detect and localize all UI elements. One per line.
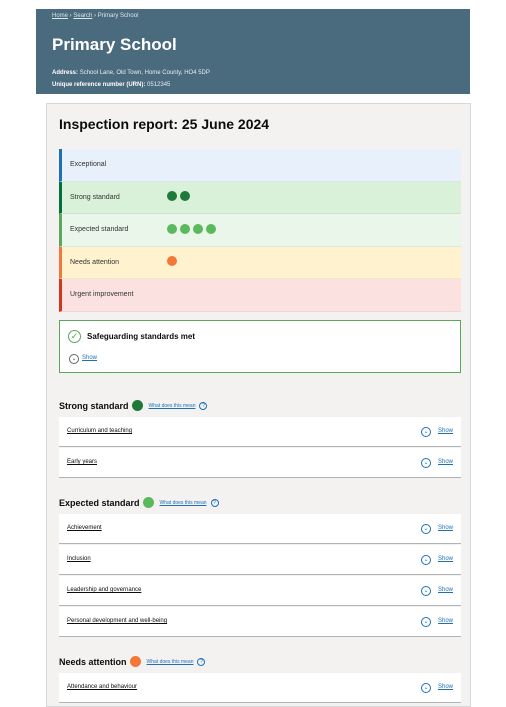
show-link[interactable]: Show [438, 587, 453, 593]
rating-dot [129, 656, 141, 667]
show-link[interactable]: Show [438, 428, 453, 434]
scale-label: Urgent improvement [70, 291, 134, 299]
breadcrumb-search-link[interactable]: Search [73, 13, 92, 19]
scale-label: Expected standard [70, 226, 129, 234]
scale-row: Exceptional [59, 149, 461, 182]
rating-dot [206, 223, 216, 234]
judgement-row[interactable]: Leadership and governance ⌄ Show [59, 576, 461, 606]
what-does-this-mean-link[interactable]: What does this mean [149, 403, 196, 409]
scale-label: Strong standard [70, 193, 120, 201]
rating-dot [142, 497, 154, 508]
rating-dot [180, 191, 190, 202]
inspection-report-card: Inspection report: 25 June 2024 Exceptio… [46, 103, 471, 707]
section-title: Expected standard [59, 497, 140, 508]
section-heading: Expected standard What does this mean? [59, 497, 219, 508]
judgement-row[interactable]: Inclusion ⌄ Show [59, 545, 461, 575]
scale-row: Needs attention [59, 246, 461, 279]
rating-dot [193, 223, 203, 234]
show-link[interactable]: Show [438, 618, 453, 624]
judgement-row-label[interactable]: Inclusion [67, 556, 91, 562]
chevron-down-icon[interactable]: ⌄ [421, 555, 431, 565]
judgement-row[interactable]: Curriculum and teaching ⌄ Show [59, 417, 461, 447]
rating-dot [167, 223, 177, 234]
chevron-down-icon[interactable]: ⌄ [421, 524, 431, 534]
school-address: Address: School Lane, Old Town, Home Cou… [52, 70, 210, 76]
rating-dot [167, 256, 177, 267]
judgement-row[interactable]: Attendance and behaviour ⌄ Show [59, 673, 461, 703]
judgement-row-label[interactable]: Achievement [67, 525, 102, 531]
judgement-row[interactable]: Personal development and well-being ⌄ Show [59, 607, 461, 637]
judgement-row-label[interactable]: Curriculum and teaching [67, 428, 132, 434]
judgement-row-label[interactable]: Personal development and well-being [67, 618, 167, 624]
address-value: School Lane, Old Town, Home County, HO4 … [79, 70, 210, 76]
scale-label: Exceptional [70, 161, 107, 169]
rating-dot [167, 191, 177, 202]
rating-dot [131, 400, 143, 411]
section-heading: Needs attention What does this mean? [59, 656, 206, 667]
help-icon[interactable]: ? [199, 401, 208, 410]
urn-label: Unique reference number (URN): [52, 82, 146, 88]
scale-dots [167, 223, 219, 236]
safeguarding-show-link[interactable]: Show [82, 355, 97, 361]
scale-dots [167, 256, 180, 268]
chevron-down-icon[interactable]: ⌄ [421, 683, 431, 693]
scale-row: Strong standard [59, 181, 461, 214]
report-title: Inspection report: 25 June 2024 [59, 116, 270, 132]
chevron-down-icon[interactable]: ⌄ [421, 617, 431, 627]
safeguarding-panel: ✓ Safeguarding standards met ⌄ Show [59, 320, 461, 373]
breadcrumb-home-link[interactable]: Home [52, 13, 68, 19]
what-does-this-mean-link[interactable]: What does this mean [147, 659, 194, 665]
section-heading: Strong standard What does this mean? [59, 400, 208, 411]
scale-dots [167, 191, 193, 203]
scale-row: Expected standard [59, 214, 461, 247]
section-title: Strong standard [59, 400, 129, 411]
judgement-row-label[interactable]: Attendance and behaviour [67, 684, 137, 690]
rating-scale: Exceptional Strong standard Expected sta… [59, 149, 461, 312]
breadcrumb-current: Primary School [97, 13, 139, 19]
section-title: Needs attention [59, 656, 127, 667]
chevron-down-icon[interactable]: ⌄ [69, 354, 79, 364]
chevron-down-icon[interactable]: ⌄ [421, 458, 431, 468]
check-circle-icon: ✓ [68, 330, 81, 343]
show-link[interactable]: Show [438, 459, 453, 465]
breadcrumb: Home › Search › Primary School [52, 13, 139, 19]
urn-value: 0512345 [147, 82, 171, 88]
scale-label: Needs attention [70, 258, 120, 266]
address-label: Address: [52, 70, 79, 76]
show-link[interactable]: Show [438, 684, 453, 690]
what-does-this-mean-link[interactable]: What does this mean [160, 500, 207, 506]
show-link[interactable]: Show [438, 525, 453, 531]
show-link[interactable]: Show [438, 556, 453, 562]
chevron-down-icon[interactable]: ⌄ [421, 586, 431, 596]
help-icon[interactable]: ? [197, 657, 206, 666]
judgement-row[interactable]: Achievement ⌄ Show [59, 514, 461, 544]
rating-dot [180, 223, 190, 234]
safeguarding-label: Safeguarding standards met [87, 332, 196, 341]
chevron-down-icon[interactable]: ⌄ [421, 427, 431, 437]
school-urn: Unique reference number (URN): 0512345 [52, 82, 170, 88]
help-icon[interactable]: ? [210, 498, 219, 507]
judgement-row-label[interactable]: Early years [67, 459, 97, 465]
page-header: Home › Search › Primary School Primary S… [36, 9, 470, 94]
judgement-row[interactable]: Early years ⌄ Show [59, 448, 461, 478]
scale-row: Urgent improvement [59, 279, 461, 312]
judgement-row-label[interactable]: Leadership and governance [67, 587, 141, 593]
page-title: Primary School [52, 35, 177, 54]
